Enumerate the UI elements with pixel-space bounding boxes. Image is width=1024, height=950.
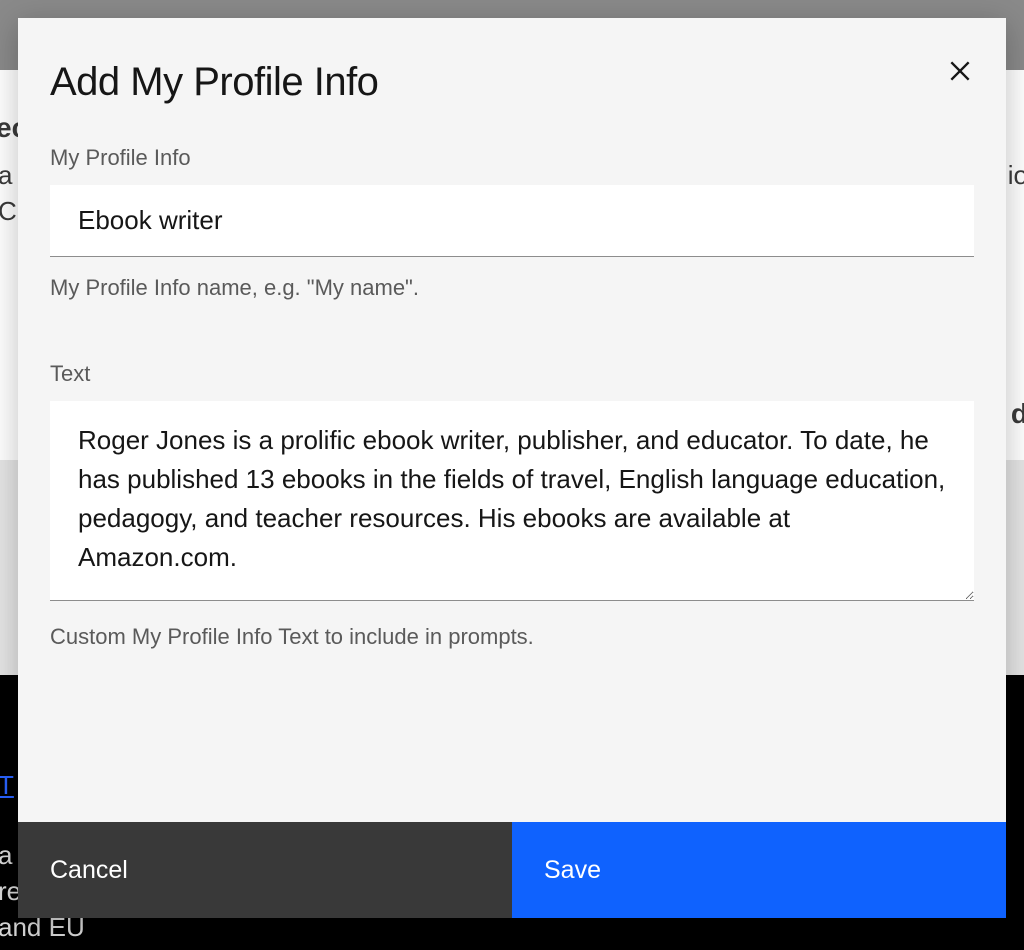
add-profile-info-modal: Add My Profile Info My Profile Info My P… — [18, 18, 1006, 918]
profile-text-field-block: Text Custom My Profile Info Text to incl… — [50, 361, 974, 650]
modal-spacer — [50, 650, 974, 822]
modal-button-row: Cancel Save — [18, 822, 1006, 918]
profile-name-field-block: My Profile Info My Profile Info name, e.… — [50, 145, 974, 301]
profile-name-label: My Profile Info — [50, 145, 974, 171]
close-icon — [947, 58, 973, 87]
modal-body: Add My Profile Info My Profile Info My P… — [18, 18, 1006, 822]
profile-name-helper: My Profile Info name, e.g. "My name". — [50, 275, 974, 301]
profile-text-input[interactable] — [50, 401, 974, 601]
modal-title: Add My Profile Info — [50, 60, 378, 105]
profile-text-helper: Custom My Profile Info Text to include i… — [50, 624, 974, 650]
bg-link-fragment: T — [0, 770, 14, 801]
modal-header: Add My Profile Info — [50, 60, 974, 105]
save-button[interactable]: Save — [512, 822, 1006, 918]
close-button[interactable] — [942, 54, 978, 90]
profile-name-input[interactable] — [50, 185, 974, 257]
cancel-button[interactable]: Cancel — [18, 822, 512, 918]
profile-text-label: Text — [50, 361, 974, 387]
